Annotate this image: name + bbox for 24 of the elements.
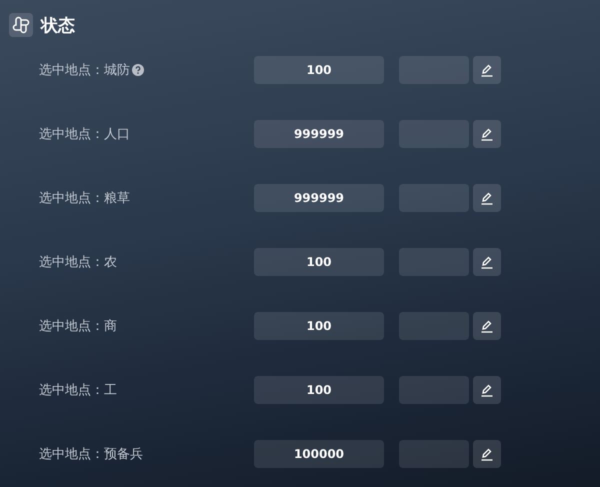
edit-button[interactable] — [473, 312, 501, 340]
pencil-icon — [480, 319, 494, 333]
field-label: 选中地点：粮草 — [39, 190, 130, 207]
pencil-icon — [480, 191, 494, 205]
pencil-icon — [480, 447, 494, 461]
section-title: 状态 — [41, 14, 75, 36]
pencil-icon — [480, 63, 494, 77]
pencil-icon — [480, 127, 494, 141]
field-label: 选中地点：工 — [39, 382, 117, 399]
pencil-icon — [480, 383, 494, 397]
edit-button[interactable] — [473, 184, 501, 212]
edit-button[interactable] — [473, 120, 501, 148]
field-label: 选中地点：人口 — [39, 126, 130, 143]
field-label: 选中地点：农 — [39, 254, 117, 271]
field-label: 选中地点：城防 — [39, 62, 130, 79]
field-label: 选中地点：商 — [39, 318, 117, 335]
pencil-icon — [480, 255, 494, 269]
section-icon — [9, 13, 33, 37]
edit-button[interactable] — [473, 248, 501, 276]
field-label: 选中地点：预备兵 — [39, 446, 143, 463]
help-icon[interactable] — [132, 64, 144, 76]
edit-button[interactable] — [473, 56, 501, 84]
edit-button[interactable] — [473, 440, 501, 468]
edit-button[interactable] — [473, 376, 501, 404]
